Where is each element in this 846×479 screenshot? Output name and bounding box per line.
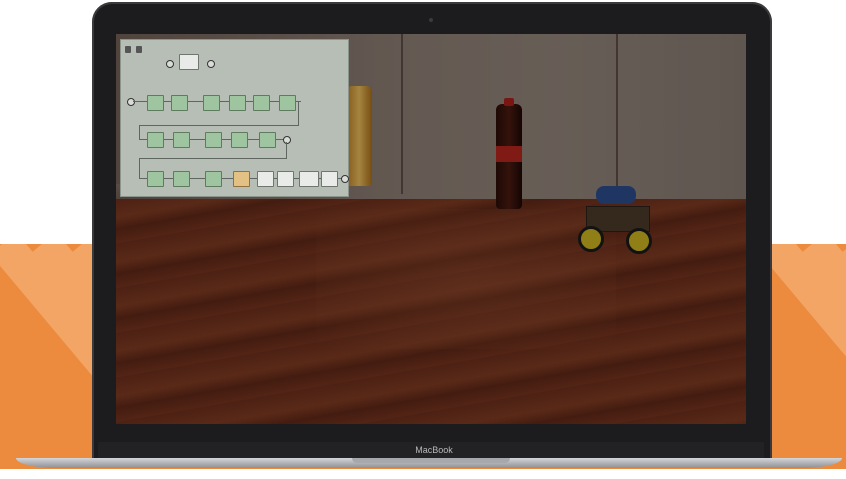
- camera-icon: [429, 18, 433, 22]
- port-icon[interactable]: [283, 136, 291, 144]
- flow-node[interactable]: [229, 95, 246, 111]
- flow-node[interactable]: [173, 171, 190, 187]
- flow-node[interactable]: [321, 171, 338, 187]
- end-port-icon[interactable]: [341, 175, 349, 183]
- laptop-opening-notch: [352, 458, 510, 463]
- flow-diagram-panel: [120, 39, 349, 197]
- connector-wire: [286, 142, 287, 158]
- connector-wire: [139, 158, 287, 159]
- laptop-screen: [116, 34, 746, 424]
- connector-wire: [139, 125, 299, 126]
- brand-label-wrap: MacBook: [394, 445, 474, 455]
- flow-node[interactable]: [147, 171, 164, 187]
- flow-node[interactable]: [299, 171, 319, 187]
- brand-label: MacBook: [415, 445, 453, 455]
- port-icon[interactable]: [207, 60, 215, 68]
- flow-node[interactable]: [233, 171, 250, 187]
- flow-node[interactable]: [171, 95, 188, 111]
- connector-wire: [298, 101, 299, 125]
- flow-node[interactable]: [173, 132, 190, 148]
- flow-node[interactable]: [259, 132, 276, 148]
- flow-node[interactable]: [277, 171, 294, 187]
- flow-node[interactable]: [147, 132, 164, 148]
- toolbar-icon[interactable]: [125, 46, 131, 53]
- connector-wire: [139, 158, 140, 178]
- flow-node[interactable]: [179, 54, 199, 70]
- flow-node[interactable]: [279, 95, 296, 111]
- flow-node[interactable]: [147, 95, 164, 111]
- toolbar-icon[interactable]: [136, 46, 142, 53]
- connector-wire: [139, 125, 140, 139]
- flow-node[interactable]: [231, 132, 248, 148]
- flow-node[interactable]: [205, 171, 222, 187]
- flow-node[interactable]: [257, 171, 274, 187]
- port-icon[interactable]: [166, 60, 174, 68]
- flow-node[interactable]: [205, 132, 222, 148]
- flow-node[interactable]: [253, 95, 270, 111]
- flow-node[interactable]: [203, 95, 220, 111]
- start-port-icon[interactable]: [127, 98, 135, 106]
